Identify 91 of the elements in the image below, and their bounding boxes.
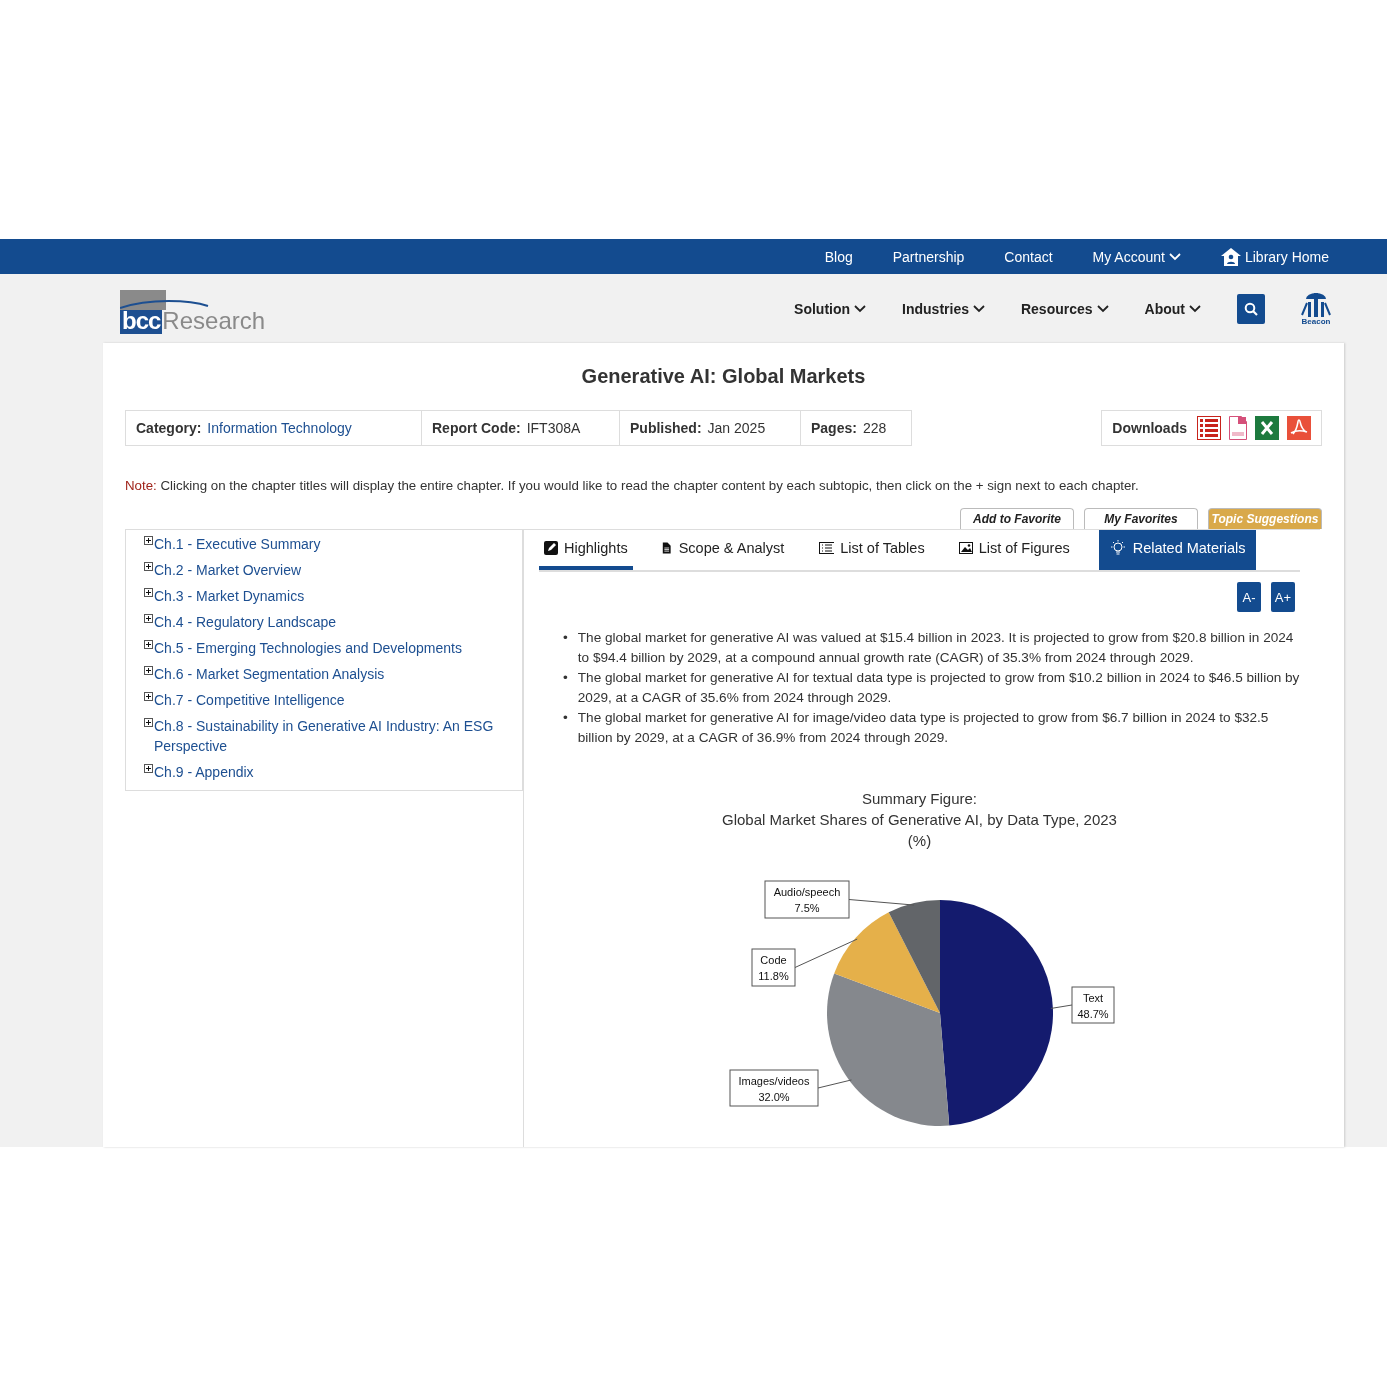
chapter-link[interactable]: Ch.7 - Competitive Intelligence <box>154 690 345 710</box>
top-nav-link[interactable]: My Account <box>1092 248 1181 265</box>
leader-line <box>817 1079 852 1089</box>
highlight-item: The global market for generative AI for image/video data type is projected to grow from $6.7 billion in 2024 to $32.5 billion by 2029, at a CAGR of 36.9% from 2024 through 2029. <box>577 709 1270 747</box>
expand-icon[interactable] <box>144 588 153 597</box>
expand-icon[interactable] <box>144 718 153 727</box>
top-nav-link[interactable]: Blog <box>824 248 853 265</box>
chapter-link[interactable]: Ch.5 - Emerging Technologies and Developments <box>154 638 462 658</box>
meta-value: Jan 2025 <box>707 420 766 436</box>
search-icon <box>1244 301 1258 316</box>
meta-label: Category: <box>136 420 202 436</box>
list-icon <box>818 541 835 555</box>
chapter-link[interactable]: Ch.4 - Regulatory Landscape <box>154 612 337 632</box>
chevron-down-icon <box>1096 304 1109 313</box>
leader-line <box>1049 1004 1072 1009</box>
meta-value: 228 <box>862 420 887 436</box>
data-label: Images/videos 32.0% <box>729 1069 818 1107</box>
figure-title: Summary Figure: <box>862 790 977 807</box>
spreadsheet-icon[interactable] <box>1255 416 1279 440</box>
figure-title: Global Market Shares of Generative AI, by Data Type, 2023 <box>722 811 1117 828</box>
chapter-link[interactable]: Ch.1 - Executive Summary <box>154 534 321 554</box>
bullet-marker: • <box>563 629 568 647</box>
font-size-button[interactable]: A+ <box>1271 582 1295 612</box>
chevron-down-icon <box>1168 252 1181 261</box>
meta-value: IFT308A <box>526 420 581 436</box>
content-tab[interactable]: Highlights <box>539 530 633 570</box>
data-label: Code 11.8% <box>751 948 795 987</box>
chevron-down-icon <box>972 304 985 313</box>
content-tab[interactable]: List of Figures <box>953 530 1075 570</box>
report-title: Generative AI: Global Markets <box>580 365 867 388</box>
beacon-logo[interactable]: Beacon <box>1301 291 1331 326</box>
data-label: Audio/speech 7.5% <box>764 880 849 919</box>
bullet-marker: • <box>563 669 568 687</box>
content-tab[interactable]: Related Materials <box>1098 530 1256 570</box>
top-nav-link[interactable]: Partnership <box>892 248 965 265</box>
chevron-down-icon <box>854 304 867 313</box>
meta-label: Pages: <box>811 420 857 436</box>
nav-menu-item[interactable]: Solution <box>794 300 867 317</box>
meta-label: Published: <box>630 420 702 436</box>
home-icon <box>1220 247 1241 266</box>
slice-label: Code <box>759 954 787 966</box>
data-label: Text 48.7% <box>1071 986 1114 1024</box>
logo[interactable]: bccResearch <box>120 289 266 334</box>
chapter-link[interactable]: Ch.2 - Market Overview <box>154 560 302 580</box>
top-nav-link[interactable]: Library Home <box>1220 247 1329 266</box>
highlight-item: The global market for generative AI for textual data type is projected to grow from $10.2 billion in 2024 to $46.5 billion by 2029, at a CAGR of 35.6% from 2024 through 2029. <box>577 669 1300 707</box>
chevron-down-icon <box>1189 304 1201 313</box>
slice-label: Images/videos <box>738 1075 810 1087</box>
chapter-note: Note: Clicking on the chapter titles will display the entire chapter. If you would like to read the chapter content by each subtopic, then click on the + sign next to each chapter. <box>125 478 1140 493</box>
chapter-link[interactable]: Ch.3 - Market Dynamics <box>154 586 305 606</box>
bullet-marker: • <box>563 709 568 727</box>
data-label: 7.5% <box>793 902 820 914</box>
leader-line <box>848 899 915 906</box>
search-button[interactable] <box>1237 293 1265 324</box>
expand-icon[interactable] <box>144 562 153 571</box>
chapter-link[interactable]: Ch.8 - Sustainability in Generative AI Industry: An ESG Perspective <box>154 716 522 756</box>
nav-menu-item[interactable]: Resources <box>1020 300 1109 317</box>
expand-icon[interactable] <box>144 666 153 675</box>
data-label: 11.8% <box>757 970 789 982</box>
pdf-icon[interactable] <box>1287 416 1311 440</box>
content-tab[interactable]: List of Tables <box>813 530 930 570</box>
nav-menu-item[interactable]: Industries <box>902 300 985 317</box>
meta-label: Report Code: <box>432 420 521 436</box>
content-tab[interactable]: Scope & Analyst <box>656 530 790 570</box>
chapter-link[interactable]: Ch.6 - Market Segmentation Analysis <box>154 664 385 684</box>
slice-label: Audio/speech <box>773 886 840 898</box>
expand-icon[interactable] <box>144 614 153 623</box>
expand-icon[interactable] <box>144 764 153 773</box>
data-label: 48.7% <box>1076 1008 1109 1020</box>
document-icon[interactable] <box>1229 416 1247 440</box>
favorite-tab-button[interactable]: Add to Favorite <box>960 508 1074 529</box>
document-icon <box>661 541 673 555</box>
favorite-tab-button[interactable]: My Favorites <box>1084 508 1198 529</box>
top-nav-link[interactable]: Contact <box>1004 248 1053 265</box>
expand-icon[interactable] <box>144 536 153 545</box>
nav-menu-item[interactable]: About <box>1144 300 1201 317</box>
category-link[interactable]: Information Technology <box>207 420 352 436</box>
slice-label: Text <box>1082 992 1103 1004</box>
downloads-label: Downloads <box>1112 420 1187 436</box>
expand-icon[interactable] <box>144 692 153 701</box>
image-icon <box>958 541 973 555</box>
leader-line <box>794 938 858 968</box>
data-label: 32.0% <box>757 1091 790 1103</box>
highlight-item: The global market for generative AI was valued at $15.4 billion in 2023. It is projected to grow from $20.8 billion in 2024 to $94.4 billion by 2029, at a compound annual growth rate (CAGR) of 35.3% from 2024 through 2029. <box>577 629 1295 667</box>
chapter-link[interactable]: Ch.9 - Appendix <box>154 762 254 782</box>
expand-icon[interactable] <box>144 640 153 649</box>
lightbulb-icon <box>1108 539 1127 557</box>
font-size-button[interactable]: A- <box>1237 582 1261 612</box>
figure-title: (%) <box>907 832 932 849</box>
edit-icon <box>544 541 558 555</box>
list-icon[interactable] <box>1197 416 1221 440</box>
